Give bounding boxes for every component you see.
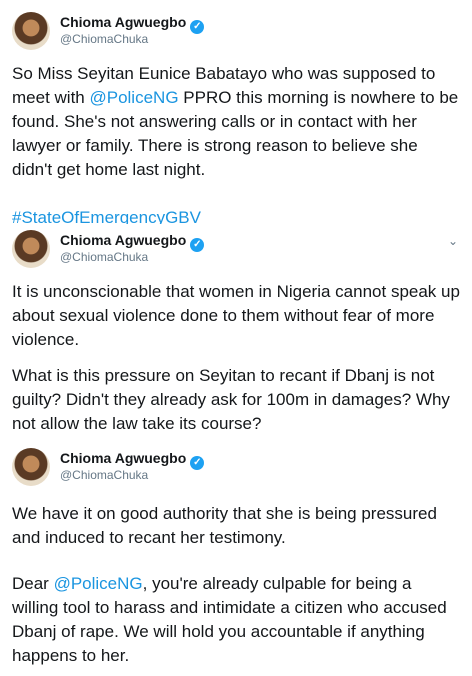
tweet-paragraph-1: It is unconscionable that women in Niger… (12, 282, 465, 349)
author-name[interactable]: Chioma Agwuegbo ✓ (60, 232, 205, 252)
chevron-down-icon[interactable]: ⌄ (448, 234, 458, 248)
avatar[interactable] (12, 230, 50, 268)
verified-badge-icon: ✓ (190, 238, 205, 252)
hashtag-link[interactable]: #StateOfEmergencyGBV (12, 206, 462, 224)
tweet-2[interactable]: Chioma Agwuegbo ✓ @ChiomaChuka ⌄ It is un… (0, 224, 472, 442)
author-handle[interactable]: @ChiomaChuka (60, 32, 148, 46)
tweet-paragraph-2: Dear @PoliceNG, you're already culpable … (12, 574, 452, 665)
tweet-paragraph-2: What is this pressure on Seyitan to reca… (12, 366, 455, 433)
avatar[interactable] (12, 448, 50, 486)
author-name[interactable]: Chioma Agwuegbo ✓ (60, 14, 205, 34)
avatar[interactable] (12, 12, 50, 50)
tweet-1[interactable]: Chioma Agwuegbo ✓ @ChiomaChuka So Miss Se… (0, 0, 472, 224)
verified-badge-icon: ✓ (190, 20, 205, 34)
tweet-paragraph-1: We have it on good authority that she is… (12, 504, 442, 547)
verified-badge-icon: ✓ (190, 456, 205, 470)
tweet-text: So Miss Seyitan Eunice Babatayo who was … (12, 64, 463, 179)
mention-link[interactable]: @PoliceNG (54, 574, 143, 593)
tweet-3[interactable]: Chioma Agwuegbo ✓ @ChiomaChuka We have it… (0, 442, 472, 676)
mention-link[interactable]: @PoliceNG (89, 88, 178, 107)
author-handle[interactable]: @ChiomaChuka (60, 468, 148, 482)
author-name[interactable]: Chioma Agwuegbo ✓ (60, 450, 205, 470)
author-handle[interactable]: @ChiomaChuka (60, 250, 148, 264)
